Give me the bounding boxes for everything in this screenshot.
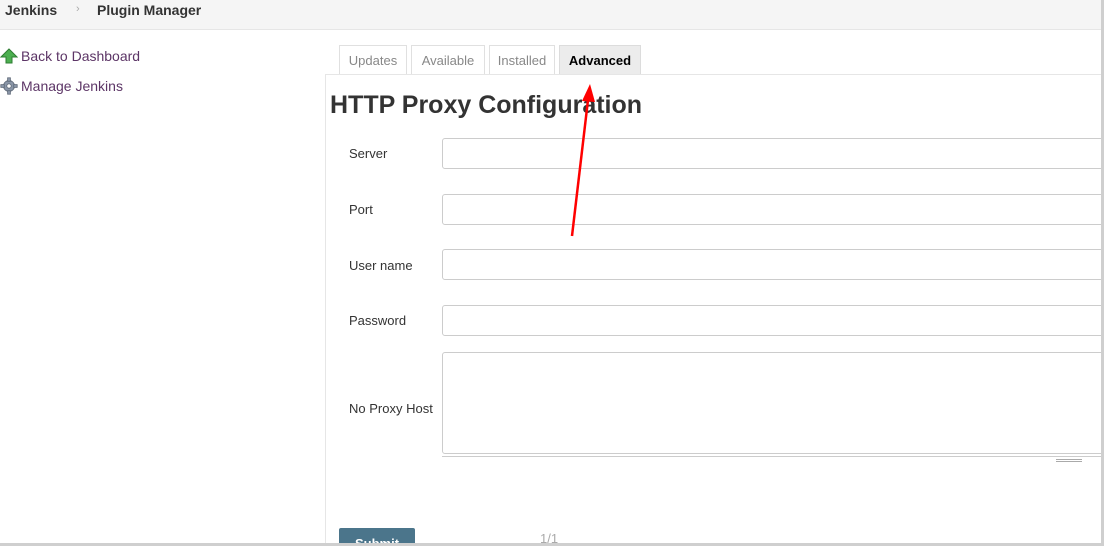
resize-grip-icon[interactable] — [1056, 459, 1082, 462]
tab-installed[interactable]: Installed — [489, 45, 555, 75]
no-proxy-host-textarea[interactable] — [442, 352, 1101, 454]
submit-button[interactable]: Submit — [339, 528, 415, 543]
tab-available[interactable]: Available — [411, 45, 485, 75]
port-label: Port — [349, 202, 373, 217]
password-label: Password — [349, 313, 407, 328]
jenkins-window: Jenkins › Plugin Manager Back to Dashboa… — [0, 0, 1104, 546]
gear-icon — [0, 77, 18, 95]
tab-updates[interactable]: Updates — [339, 45, 407, 75]
sidebar-item-manage-jenkins[interactable]: Manage Jenkins — [0, 76, 123, 96]
server-label: Server — [349, 146, 388, 161]
breadcrumb: Jenkins › Plugin Manager — [0, 0, 1101, 30]
breadcrumb-separator-icon: › — [76, 3, 80, 15]
tab-advanced[interactable]: Advanced — [559, 45, 641, 75]
sidebar-item-back-to-dashboard[interactable]: Back to Dashboard — [0, 46, 140, 66]
server-input[interactable] — [442, 138, 1101, 169]
port-input[interactable] — [442, 194, 1101, 225]
textarea-resize-bar[interactable] — [442, 456, 1101, 463]
username-label: User name — [349, 258, 413, 273]
sidebar-item-label: Back to Dashboard — [21, 48, 141, 64]
password-input[interactable] — [442, 305, 1101, 336]
breadcrumb-jenkins-link[interactable]: Jenkins — [5, 2, 57, 18]
up-arrow-icon — [0, 47, 19, 65]
no-proxy-host-label: No Proxy Host — [349, 401, 433, 416]
page-indicator: 1/1 — [540, 531, 559, 546]
sidebar-item-label: Manage Jenkins — [21, 78, 123, 94]
username-input[interactable] — [442, 249, 1101, 280]
breadcrumb-plugin-manager-link[interactable]: Plugin Manager — [97, 2, 201, 18]
page-title: HTTP Proxy Configuration — [330, 91, 643, 119]
